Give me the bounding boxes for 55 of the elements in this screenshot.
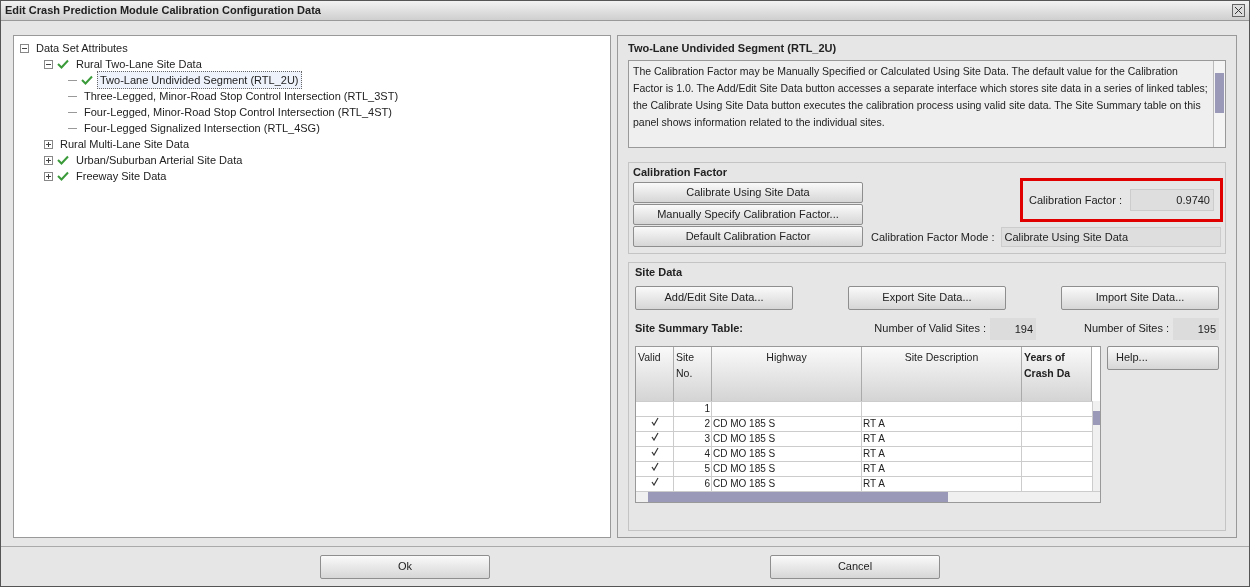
table-cell: CD MO 185 S — [712, 461, 862, 476]
column-header[interactable]: Site Description — [862, 346, 1022, 401]
help-button[interactable]: Help... — [1107, 345, 1219, 370]
column-header[interactable]: Highway — [712, 346, 862, 401]
table-cell: 4 — [674, 446, 712, 461]
vertical-scrollbar[interactable] — [1092, 400, 1100, 491]
valid-sites-field: 194 — [990, 317, 1036, 340]
table-cell: RT A — [862, 416, 1022, 431]
table-cell: RT A — [862, 461, 1022, 476]
table-cell: CD MO 185 S — [712, 416, 862, 431]
panel-title: Two-Lane Undivided Segment (RTL_2U) — [628, 41, 838, 56]
table-cell: 3 — [674, 431, 712, 446]
column-header[interactable]: Years of Crash Da — [1022, 346, 1092, 401]
expand-icon[interactable] — [44, 155, 53, 165]
table-cell: 2 — [674, 416, 712, 431]
cancel-button[interactable]: Cancel — [770, 554, 940, 579]
table-cell: RT A — [862, 476, 1022, 491]
mode-field: Calibrate Using Site Data — [1000, 227, 1221, 247]
site-data-button[interactable]: Export Site Data... — [848, 285, 1006, 310]
calibration-button[interactable]: Manually Specify Calibration Factor... — [633, 204, 863, 225]
column-header[interactable]: Valid — [636, 346, 674, 401]
calibration-button[interactable]: Calibrate Using Site Data — [633, 182, 863, 203]
collapse-icon[interactable] — [20, 43, 29, 53]
calibration-button[interactable]: Default Calibration Factor — [633, 226, 863, 247]
column-header[interactable]: Site No. — [674, 346, 712, 401]
description-text: The Calibration Factor may be Manually Specified or Calculated Using Site Data. The default value for the Calibration Factor is 1.0. The Add/Edit Site Data button accesses a separate interface which stores site data in a series of linked tables; the Calibrate Using Site Data button executes the calibration process using valid site data. The Site Summary table on this panel shows information related to the individual sites. — [632, 63, 1209, 130]
valid-sites-label: Number of Valid Sites : — [874, 321, 986, 337]
sites-field: 195 — [1173, 317, 1219, 340]
collapse-icon[interactable] — [44, 59, 53, 69]
table-cell: 6 — [674, 476, 712, 491]
group-title: Site Data — [635, 265, 684, 280]
table-cell: 1 — [674, 401, 712, 416]
sites-label: Number of Sites : — [1084, 321, 1169, 337]
table-cell: RT A — [862, 431, 1022, 446]
group-title: Calibration Factor — [633, 164, 729, 180]
summary-label: Site Summary Table: — [635, 321, 744, 337]
close-button[interactable] — [1232, 4, 1245, 17]
expand-icon[interactable] — [44, 139, 53, 149]
tree-item[interactable]: Two-Lane Undivided Segment (RTL_2U) — [97, 70, 302, 90]
horizontal-scrollbar[interactable] — [636, 490, 1100, 502]
table-cell: RT A — [862, 446, 1022, 461]
site-data-button[interactable]: Import Site Data... — [1061, 285, 1219, 310]
factor-field: 0.9740 — [1130, 189, 1214, 211]
factor-label: Calibration Factor : — [1029, 192, 1122, 208]
mode-label: Calibration Factor Mode : — [871, 229, 995, 245]
expand-icon[interactable] — [44, 171, 53, 181]
table-cell: 5 — [674, 461, 712, 476]
table-cell: CD MO 185 S — [712, 431, 862, 446]
ok-button[interactable]: Ok — [320, 554, 490, 579]
site-data-button[interactable]: Add/Edit Site Data... — [635, 285, 793, 310]
close-icon — [1235, 7, 1242, 14]
scrollbar[interactable] — [1213, 60, 1225, 147]
table-cell: CD MO 185 S — [712, 446, 862, 461]
table-cell: CD MO 185 S — [712, 476, 862, 491]
window-title: Edit Crash Prediction Module Calibration Configuration Data — [5, 3, 321, 19]
